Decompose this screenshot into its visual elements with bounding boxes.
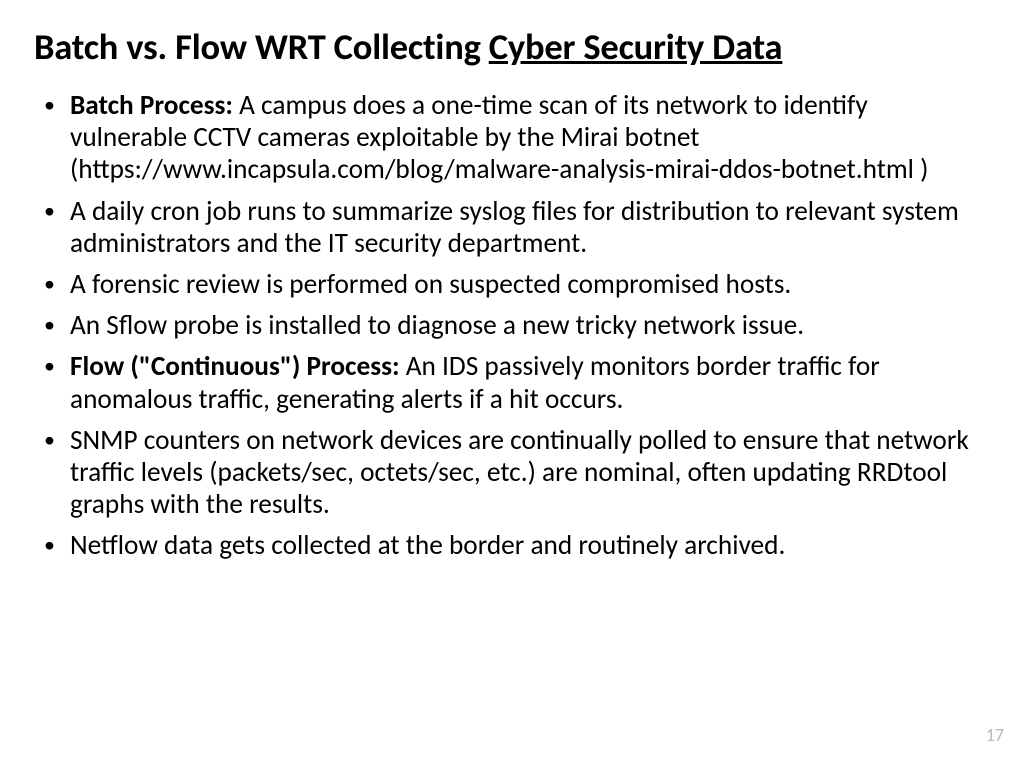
list-item: Batch Process: A campus does a one-time … <box>34 90 990 187</box>
bullet-text: SNMP counters on network devices are con… <box>70 424 969 521</box>
bullet-text: A forensic review is performed on suspec… <box>70 268 791 301</box>
list-item: A forensic review is performed on suspec… <box>34 269 990 301</box>
bullet-text: An Sflow probe is installed to diagnose … <box>70 309 804 342</box>
bullet-list: Batch Process: A campus does a one-time … <box>34 90 990 563</box>
list-item: An Sflow probe is installed to diagnose … <box>34 310 990 342</box>
list-item: SNMP counters on network devices are con… <box>34 425 990 522</box>
title-underlined: Cyber Security Data <box>489 24 783 69</box>
bullet-bold: Batch Process: <box>70 89 239 122</box>
bullet-text: Netflow data gets collected at the borde… <box>70 529 785 562</box>
slide: Batch vs. Flow WRT Collecting Cyber Secu… <box>0 0 1024 768</box>
list-item: Netflow data gets collected at the borde… <box>34 530 990 562</box>
bullet-bold: Flow ("Continuous") Process: <box>70 350 406 383</box>
slide-title: Batch vs. Flow WRT Collecting Cyber Secu… <box>34 26 990 68</box>
list-item: A daily cron job runs to summarize syslo… <box>34 196 990 260</box>
page-number: 17 <box>986 724 1004 746</box>
title-plain: Batch vs. Flow WRT Collecting <box>34 24 489 69</box>
list-item: Flow ("Continuous") Process: An IDS pass… <box>34 351 990 415</box>
bullet-text: A daily cron job runs to summarize syslo… <box>70 195 959 260</box>
